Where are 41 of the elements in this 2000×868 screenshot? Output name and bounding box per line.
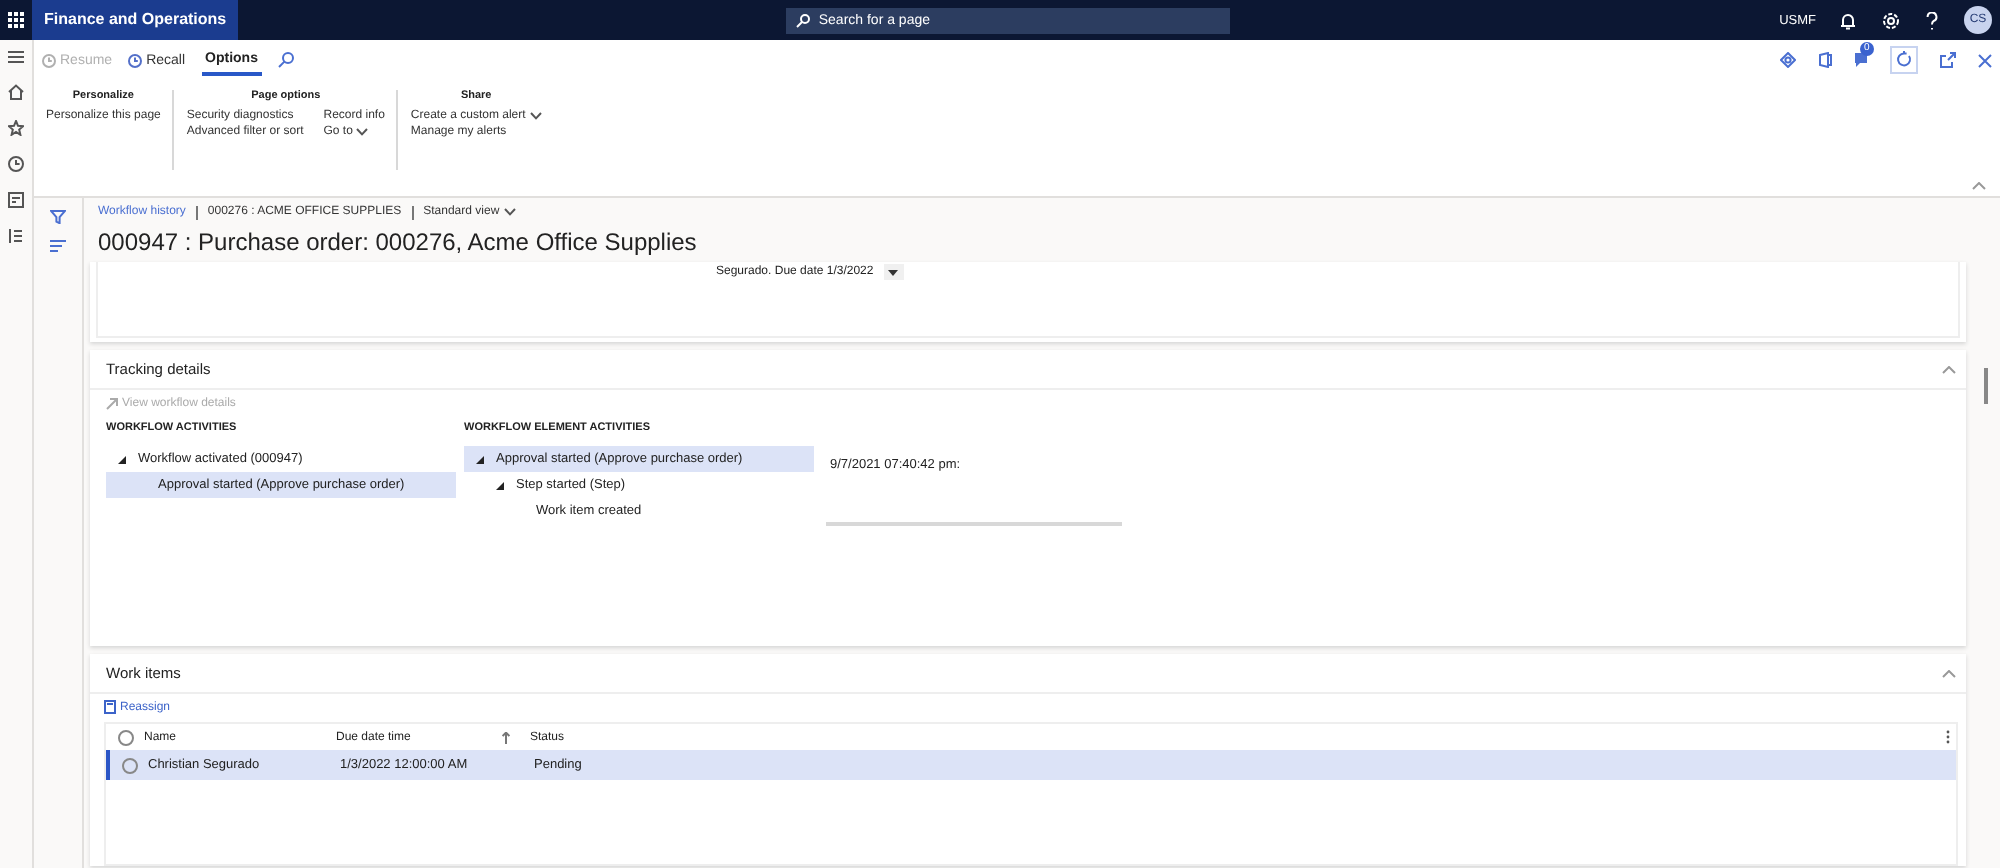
caret-down-icon bbox=[888, 269, 899, 275]
row-checkbox[interactable] bbox=[121, 757, 137, 773]
sort-ascending-icon[interactable] bbox=[502, 731, 510, 743]
expanded-triangle-icon bbox=[476, 455, 484, 463]
app-launcher-icon[interactable] bbox=[8, 12, 24, 28]
chevron-down-icon bbox=[503, 208, 516, 216]
star-icon[interactable] bbox=[8, 120, 24, 136]
chevron-up-icon[interactable] bbox=[1942, 669, 1956, 677]
settings-icon[interactable] bbox=[1882, 11, 1900, 29]
clock-icon bbox=[42, 53, 56, 67]
chevron-up-icon[interactable] bbox=[1942, 365, 1956, 373]
document-icon bbox=[104, 700, 116, 714]
search-icon[interactable] bbox=[277, 52, 294, 68]
search-icon bbox=[796, 13, 811, 27]
menu-icon[interactable] bbox=[8, 50, 24, 64]
filter-icon[interactable] bbox=[50, 210, 66, 224]
select-all-checkbox[interactable] bbox=[117, 729, 133, 745]
expanded-triangle-icon bbox=[118, 455, 126, 463]
vertical-scrollbar[interactable] bbox=[1984, 368, 1988, 404]
bell-icon[interactable] bbox=[1840, 11, 1856, 29]
list-icon[interactable] bbox=[8, 228, 24, 244]
expanded-triangle-icon bbox=[496, 481, 504, 489]
app-title[interactable]: Finance and Operations bbox=[32, 0, 239, 40]
chevron-down-icon bbox=[529, 112, 542, 120]
close-icon[interactable] bbox=[1978, 53, 1992, 67]
dropdown-button[interactable] bbox=[883, 264, 904, 280]
refresh-icon[interactable] bbox=[1890, 46, 1918, 74]
clock-icon bbox=[128, 53, 143, 67]
home-icon[interactable] bbox=[8, 84, 24, 100]
workspace-icon[interactable] bbox=[8, 192, 24, 208]
open-in-new-window-icon[interactable] bbox=[1940, 52, 1956, 68]
chevron-down-icon bbox=[356, 128, 369, 136]
horizontal-scrollbar[interactable] bbox=[826, 522, 1122, 526]
diamond-icon[interactable] bbox=[1780, 52, 1796, 68]
chevron-up-icon[interactable] bbox=[1972, 182, 1986, 190]
chat-icon[interactable] bbox=[1854, 52, 1868, 68]
clock-icon[interactable] bbox=[8, 156, 24, 172]
page-title: 000947 : Purchase order: 000276, Acme Office Supplies bbox=[98, 226, 699, 260]
diagonal-arrow-icon bbox=[106, 398, 118, 410]
list-icon[interactable] bbox=[50, 240, 66, 252]
help-icon[interactable] bbox=[1926, 11, 1938, 29]
